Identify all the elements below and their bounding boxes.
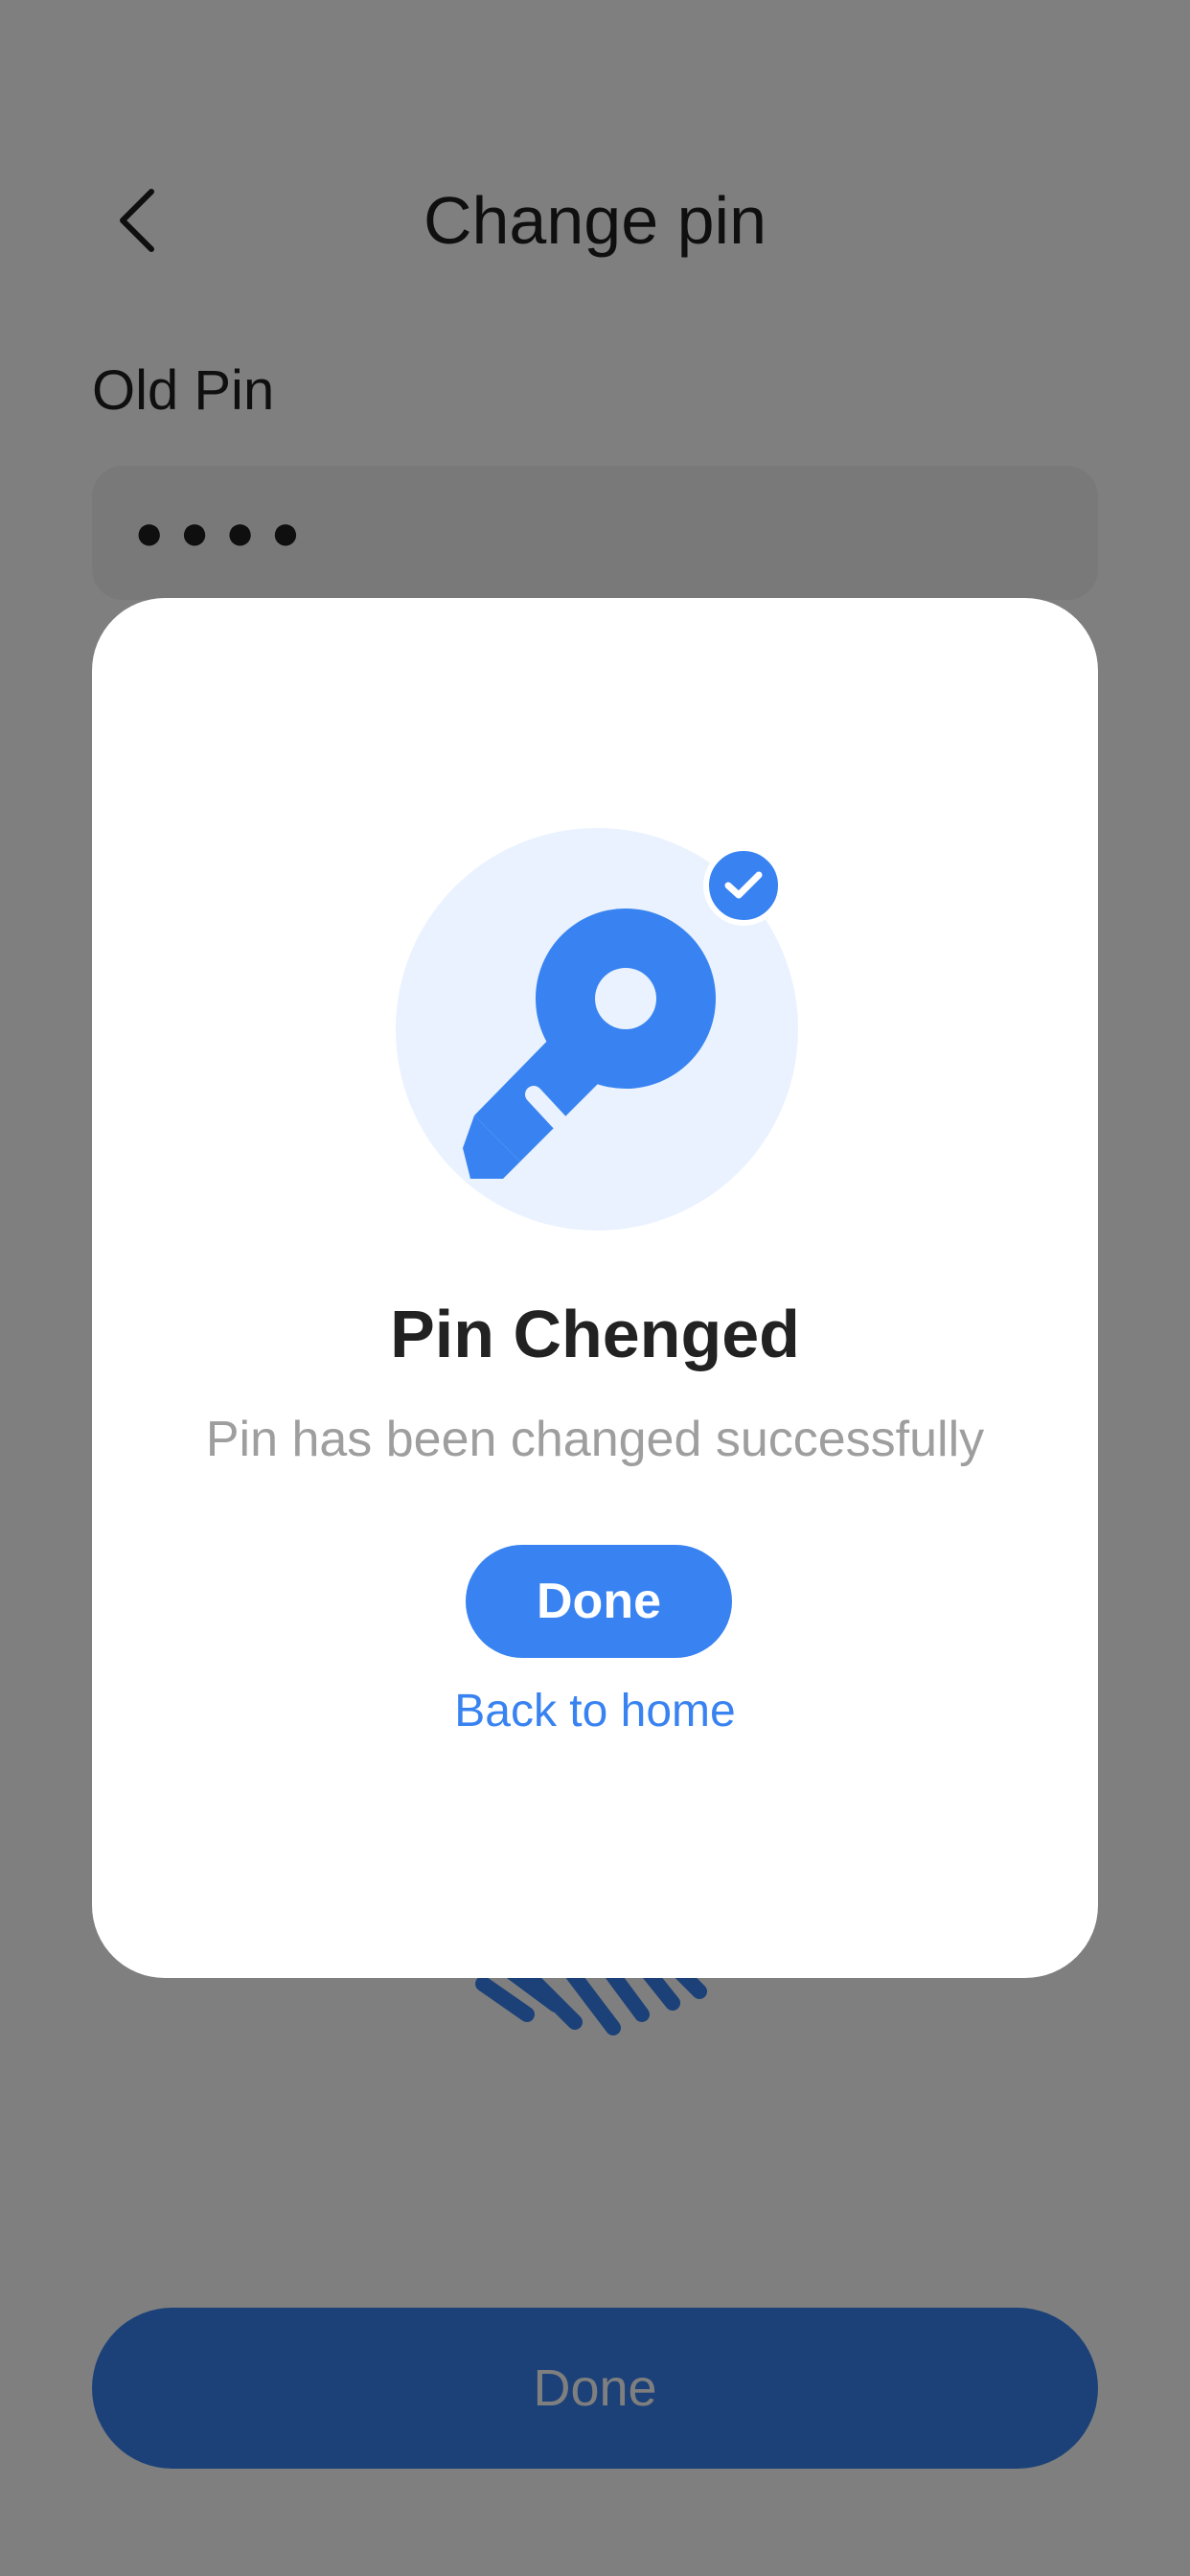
modal-done-button[interactable]: Done [466, 1545, 732, 1658]
back-to-home-link[interactable]: Back to home [92, 1685, 1098, 1737]
success-modal: Pin Chenged Pin has been changed success… [92, 598, 1098, 1978]
modal-title: Pin Chenged [390, 1297, 800, 1371]
check-badge-icon [703, 845, 784, 926]
modal-subtitle: Pin has been changed successfully [205, 1412, 985, 1467]
